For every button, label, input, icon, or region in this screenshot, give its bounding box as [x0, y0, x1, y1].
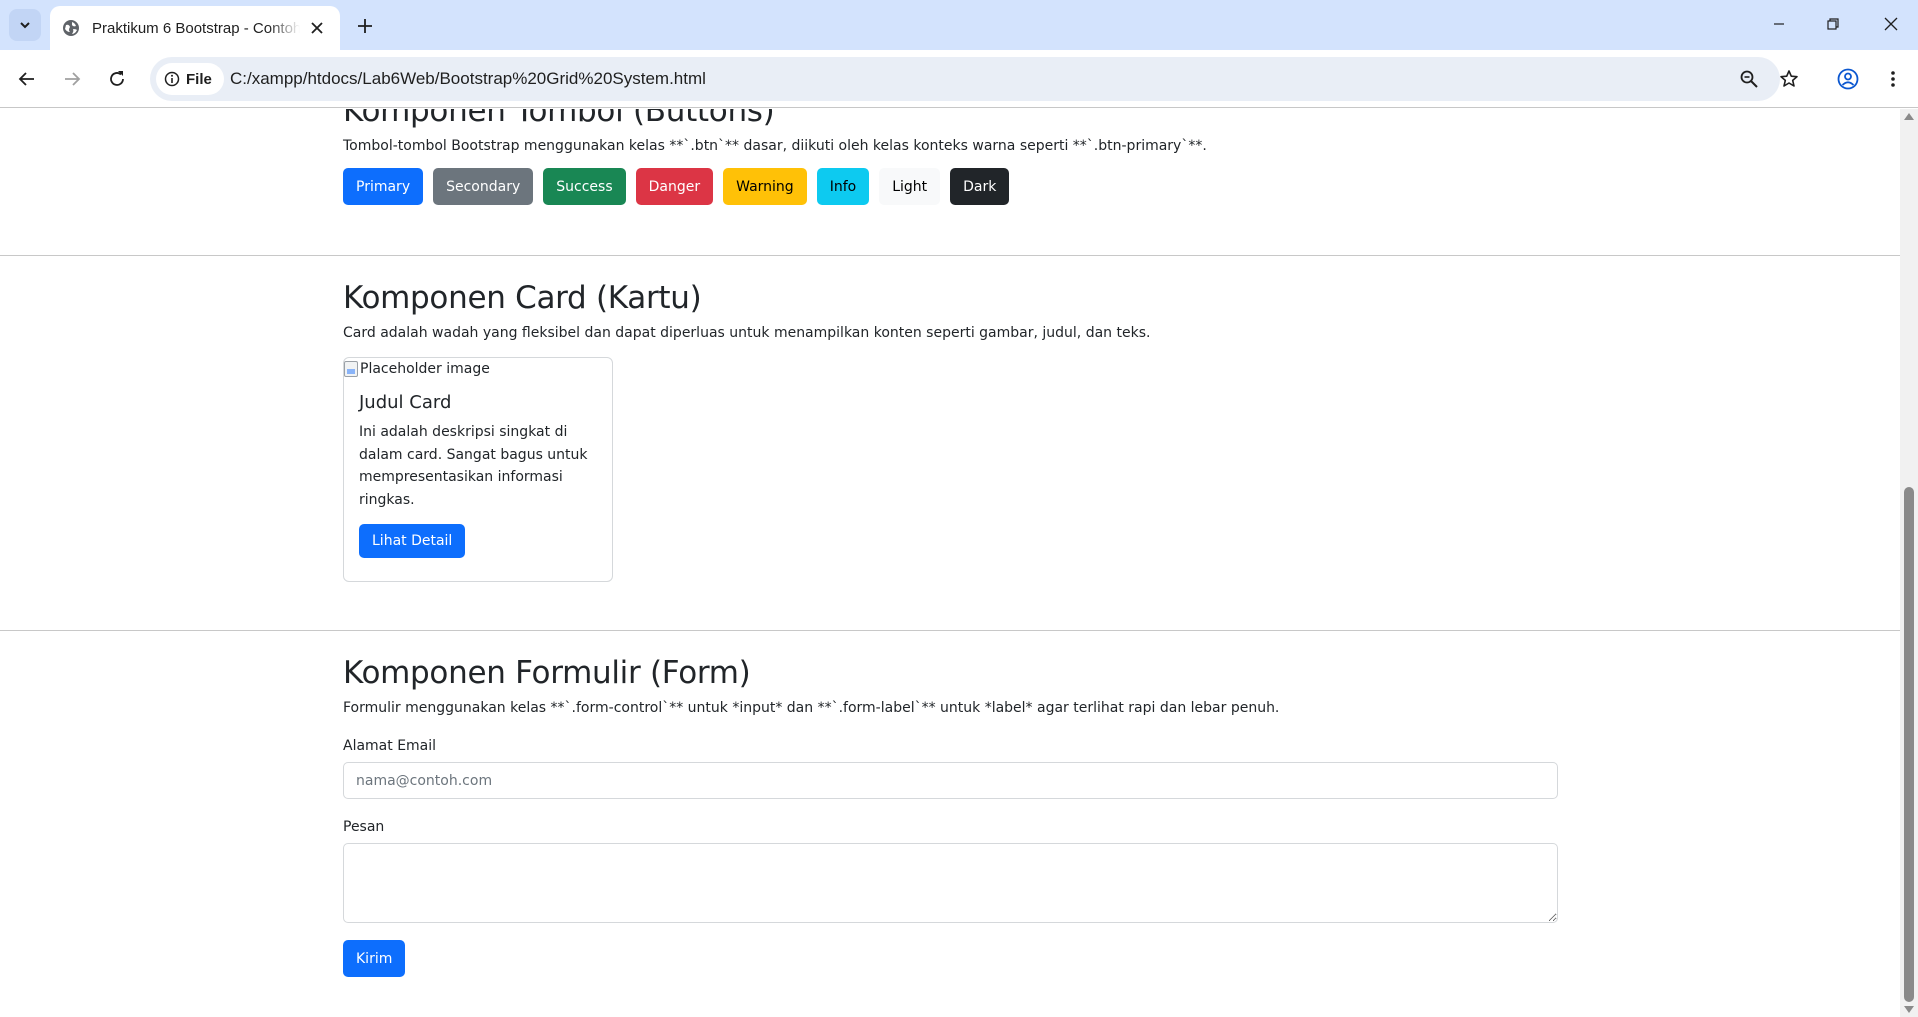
message-textarea[interactable]	[343, 843, 1558, 924]
restore-button[interactable]	[1810, 6, 1856, 42]
minimize-icon	[1774, 23, 1784, 25]
plus-icon	[358, 19, 372, 33]
site-info-chip[interactable]: File	[156, 63, 224, 95]
close-tab-icon[interactable]	[306, 17, 328, 39]
email-label: Alamat Email	[343, 738, 437, 755]
card-title: Judul Card	[359, 392, 452, 414]
site-chip-label: File	[186, 70, 212, 88]
tab-title: Praktikum 6 Bootstrap - Contoh	[92, 19, 300, 37]
buttons-section-description: Tombol-tombol Bootstrap menggunakan kela…	[343, 138, 1207, 155]
broken-image-icon	[344, 361, 358, 378]
light-button[interactable]: Light	[879, 168, 941, 206]
dark-button[interactable]: Dark	[950, 168, 1010, 206]
submit-button[interactable]: Kirim	[343, 940, 406, 978]
profile-icon	[1837, 68, 1859, 90]
message-group: Pesan	[343, 819, 1558, 928]
info-icon	[164, 71, 180, 87]
menu-button[interactable]	[1877, 63, 1909, 95]
browser-tab[interactable]: Praktikum 6 Bootstrap - Contoh	[50, 6, 340, 50]
close-window-button[interactable]	[1868, 6, 1914, 42]
card-section-title: Komponen Card (Kartu)	[343, 280, 702, 316]
back-button[interactable]	[11, 63, 43, 95]
arrow-left-icon	[18, 72, 34, 86]
globe-icon	[62, 19, 80, 37]
buttons-section: Komponen Tombol (Buttons) Tombol-tombol …	[343, 109, 1558, 206]
email-group: Alamat Email	[343, 738, 1558, 800]
section-divider	[0, 630, 1900, 631]
view-detail-button[interactable]: Lihat Detail	[359, 524, 466, 559]
form-section-description: Formulir menggunakan kelas **`.form-cont…	[343, 700, 1280, 717]
reload-button[interactable]	[101, 63, 133, 95]
success-button[interactable]: Success	[543, 168, 626, 206]
danger-button[interactable]: Danger	[635, 168, 714, 206]
section-divider	[0, 255, 1900, 256]
card-section-description: Card adalah wadah yang fleksibel dan dap…	[343, 325, 1151, 342]
buttons-section-title: Komponen Tombol (Buttons)	[343, 109, 775, 129]
restore-icon	[1827, 18, 1839, 30]
reload-icon	[110, 71, 124, 86]
browser-toolbar: File C:/xampp/htdocs/Lab6Web/Bootstrap%2…	[0, 50, 1918, 108]
tab-search-button[interactable]	[9, 9, 41, 41]
form-section-title: Komponen Formulir (Form)	[343, 655, 751, 691]
scroll-down-arrow-icon[interactable]	[1904, 1006, 1914, 1013]
secondary-button[interactable]: Secondary	[433, 168, 534, 206]
new-tab-button[interactable]	[350, 11, 380, 41]
profile-button[interactable]	[1832, 63, 1864, 95]
card-text: Ini adalah deskripsi singkat di dalam ca…	[359, 424, 588, 508]
card-section: Komponen Card (Kartu) Card adalah wadah …	[343, 280, 1558, 583]
form-section: Komponen Formulir (Form) Formulir menggu…	[343, 655, 1558, 978]
page-viewport: Komponen Tombol (Buttons) Tombol-tombol …	[0, 109, 1900, 1017]
bookmark-star-icon[interactable]	[1777, 67, 1801, 91]
zoom-icon[interactable]	[1737, 67, 1761, 91]
card-body: Judul Card Ini adalah deskripsi singkat …	[344, 380, 612, 559]
card-image: Placeholder image	[344, 358, 612, 380]
button-group: Primary Secondary Success Danger Warning…	[343, 168, 1558, 206]
email-input[interactable]	[343, 762, 1558, 800]
scroll-up-arrow-icon[interactable]	[1904, 113, 1914, 120]
chevron-down-icon	[20, 22, 30, 29]
close-icon	[1884, 17, 1898, 31]
card: Placeholder image Judul Card Ini adalah …	[343, 357, 613, 583]
minimize-button[interactable]	[1756, 6, 1802, 42]
info-button[interactable]: Info	[816, 168, 870, 206]
primary-button[interactable]: Primary	[343, 168, 424, 206]
card-image-alt: Placeholder image	[360, 361, 490, 378]
warning-button[interactable]: Warning	[723, 168, 807, 206]
url-text[interactable]: C:/xampp/htdocs/Lab6Web/Bootstrap%20Grid…	[230, 69, 706, 89]
scrollbar-thumb[interactable]	[1904, 487, 1914, 1002]
tab-strip: Praktikum 6 Bootstrap - Contoh	[0, 0, 1918, 50]
arrow-right-icon	[65, 72, 81, 86]
address-bar[interactable]: File C:/xampp/htdocs/Lab6Web/Bootstrap%2…	[150, 57, 1798, 101]
message-label: Pesan	[343, 819, 385, 836]
vertical-scrollbar[interactable]	[1900, 109, 1918, 1017]
more-vertical-icon	[1891, 71, 1895, 87]
forward-button[interactable]	[56, 63, 88, 95]
